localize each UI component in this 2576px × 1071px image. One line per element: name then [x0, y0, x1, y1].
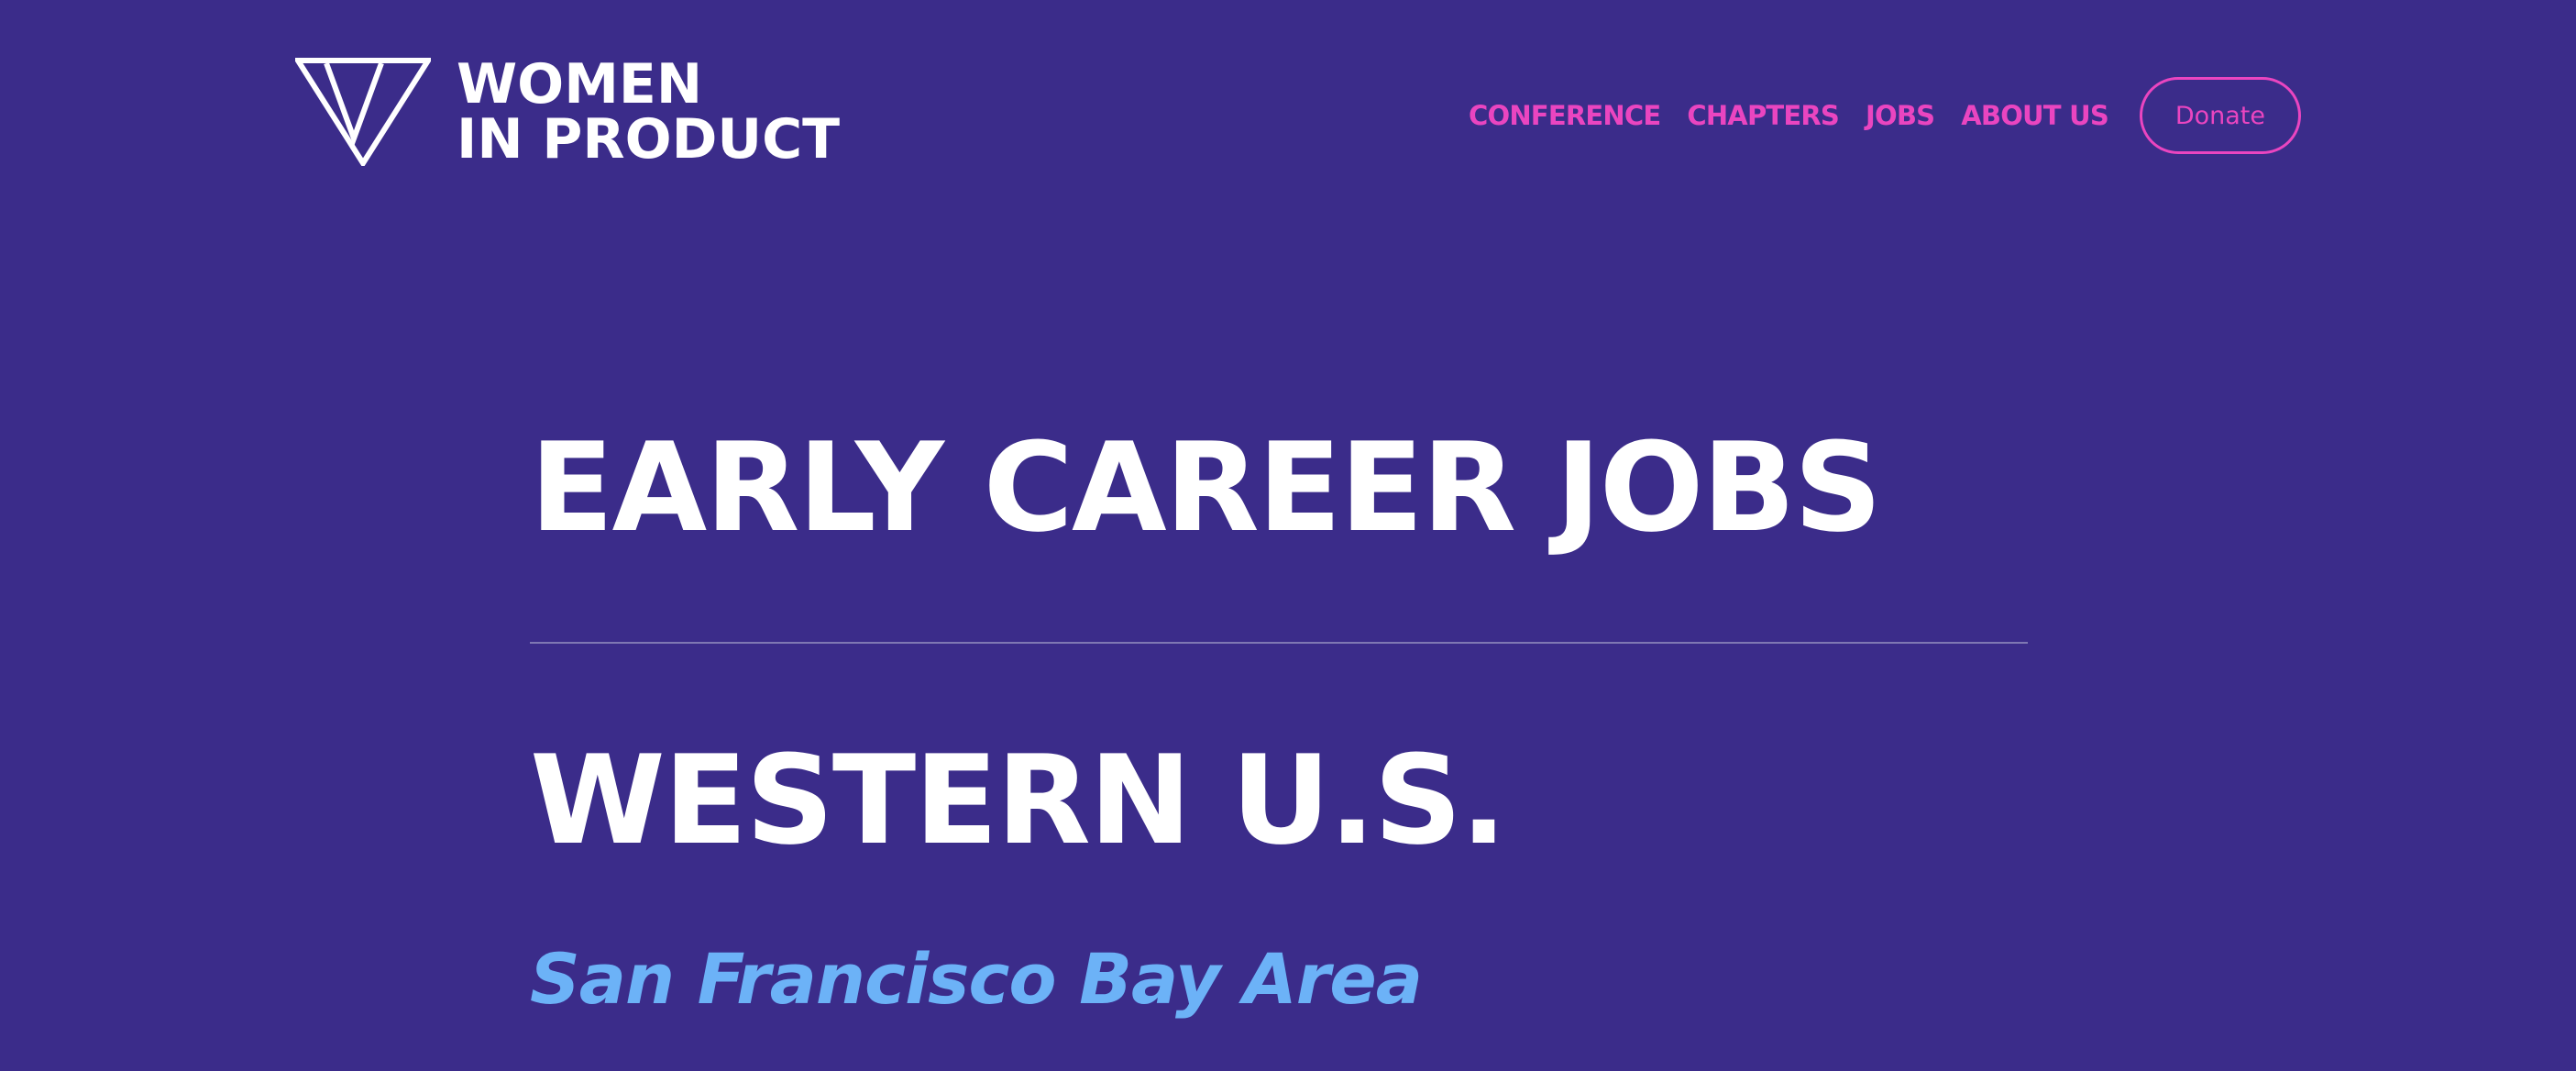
w-triangle-logo-icon	[295, 58, 431, 166]
logo-text-line-2: IN PRODUCT	[457, 107, 841, 171]
region-heading: WESTERN U.S.	[530, 729, 1507, 872]
logo-text-line-1: WOMEN	[457, 52, 703, 116]
area-heading: San Francisco Bay Area	[530, 938, 1423, 1020]
donate-button[interactable]: Donate	[2139, 77, 2301, 154]
divider	[530, 642, 2028, 644]
nav-link-jobs[interactable]: JOBS	[1866, 77, 1935, 154]
main-content: EARLY CAREER JOBS WESTERN U.S. San Franc…	[530, 414, 2028, 1023]
page-title: EARLY CAREER JOBS	[530, 416, 1882, 559]
nav-link-conference[interactable]: CONFERENCE	[1469, 77, 1661, 154]
page: WOMEN IN PRODUCT CONFERENCE CHAPTERS JOB…	[0, 0, 2576, 1071]
nav-link-about-us[interactable]: ABOUT US	[1961, 77, 2108, 154]
logo-text: WOMEN IN PRODUCT	[457, 57, 840, 167]
main-nav: CONFERENCE CHAPTERS JOBS ABOUT US Donate	[1469, 77, 2301, 154]
nav-link-chapters[interactable]: CHAPTERS	[1687, 77, 1839, 154]
site-logo[interactable]: WOMEN IN PRODUCT	[295, 57, 840, 167]
